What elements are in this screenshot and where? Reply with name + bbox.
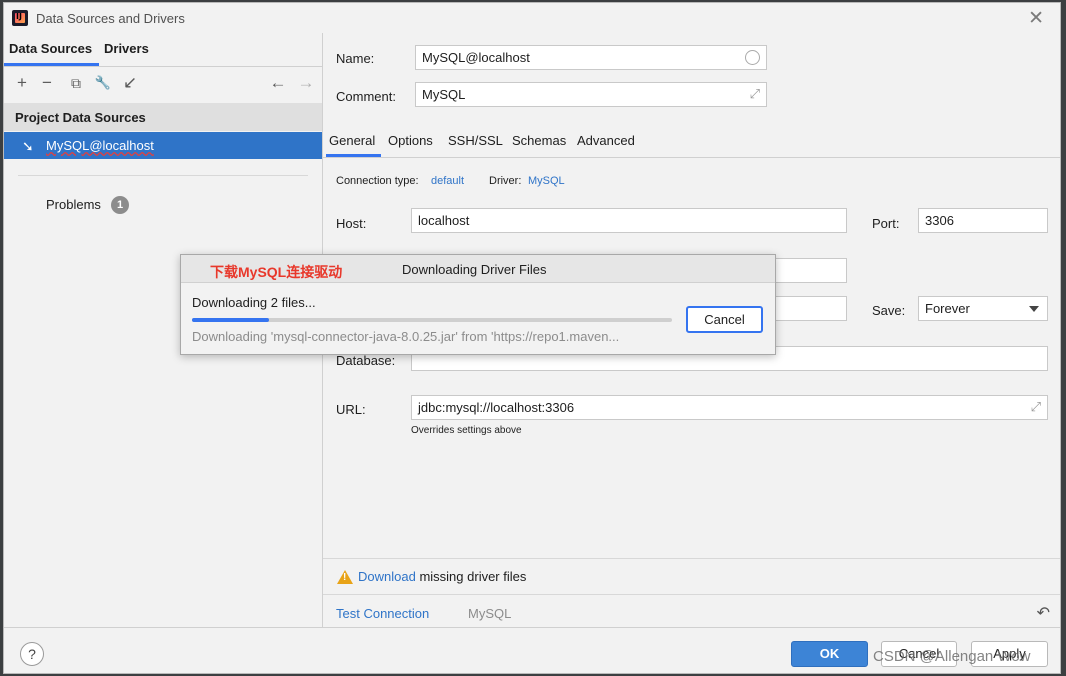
save-value: Forever xyxy=(925,301,970,316)
dialog-window: Data Sources and Drivers ✕ Data Sources … xyxy=(3,2,1061,674)
download-link[interactable]: Download xyxy=(358,569,416,584)
list-item-mysql-localhost[interactable]: ➘ MySQL@localhost xyxy=(4,132,322,159)
connection-type-label: Connection type: xyxy=(336,175,419,187)
host-label: Host: xyxy=(336,216,367,231)
connection-type-link[interactable]: default xyxy=(431,175,464,187)
url-hint: Overrides settings above xyxy=(411,425,522,436)
tab-general[interactable]: General xyxy=(329,133,375,148)
undo-icon[interactable]: ↶ xyxy=(1037,603,1050,623)
port-field[interactable]: 3306 xyxy=(918,208,1048,233)
tab-options[interactable]: Options xyxy=(388,133,433,148)
tab-ssh-ssl[interactable]: SSH/SSL xyxy=(448,133,503,148)
divider xyxy=(18,175,308,176)
window-title: Data Sources and Drivers xyxy=(36,11,185,26)
save-label: Save: xyxy=(872,303,906,318)
tab-advanced[interactable]: Advanced xyxy=(577,133,635,148)
app-logo-icon xyxy=(12,10,28,26)
database-label: Database: xyxy=(336,353,396,368)
dialog-header: 下载MySQL连接驱动 Downloading Driver Files xyxy=(181,255,775,283)
problems-count-badge: 1 xyxy=(111,196,129,214)
url-label: URL: xyxy=(336,402,366,417)
name-label: Name: xyxy=(336,51,375,66)
port-value: 3306 xyxy=(925,213,954,228)
left-tabs: Data Sources Drivers xyxy=(4,33,322,66)
comment-label: Comment: xyxy=(336,89,396,104)
download-progress-dialog: 下载MySQL连接驱动 Downloading Driver Files Dow… xyxy=(180,254,776,355)
url-field[interactable]: jdbc:mysql://localhost:3306 ⤢ xyxy=(411,395,1048,420)
expand-icon[interactable]: ⤢ xyxy=(750,86,760,102)
warning-text: missing driver files xyxy=(419,569,527,584)
chevron-down-icon xyxy=(1029,306,1039,312)
problems-label[interactable]: Problems xyxy=(46,197,101,212)
back-arrow-icon[interactable]: ← xyxy=(268,73,288,93)
download-detail: Downloading 'mysql-connector-java-8.0.25… xyxy=(192,329,620,344)
comment-field[interactable]: MySQL ⤢ xyxy=(415,82,767,107)
expand-icon[interactable]: ⤢ xyxy=(1031,399,1041,415)
forward-arrow-icon[interactable]: → xyxy=(296,73,316,93)
left-toolbar: + − ⧉ 🔧 ↙ ← → xyxy=(4,69,322,99)
host-value: localhost xyxy=(418,213,470,228)
list-item-label: MySQL@localhost xyxy=(46,138,154,153)
mysql-dolphin-icon: ➘ xyxy=(22,138,34,154)
driver-name-label: MySQL xyxy=(468,606,512,621)
wrench-icon[interactable]: 🔧 xyxy=(93,73,113,93)
copy-icon[interactable]: ⧉ xyxy=(66,73,86,93)
name-value: MySQL@localhost xyxy=(422,50,530,65)
close-icon[interactable]: ✕ xyxy=(1028,7,1044,30)
remove-icon[interactable]: − xyxy=(37,73,57,93)
settings-tabs: General Options SSH/SSL Schemas Advanced xyxy=(323,125,1060,157)
watermark: CSDN @Allengan Wow xyxy=(873,648,1031,665)
help-icon[interactable]: ? xyxy=(20,642,44,666)
warning-icon xyxy=(337,570,353,584)
divider xyxy=(4,66,322,67)
host-field[interactable]: localhost xyxy=(411,208,847,233)
section-header: Project Data Sources xyxy=(4,103,322,131)
port-label: Port: xyxy=(872,216,900,231)
divider xyxy=(323,157,1060,158)
cancel-download-button[interactable]: Cancel xyxy=(686,306,763,333)
tab-schemas[interactable]: Schemas xyxy=(512,133,566,148)
ok-button[interactable]: OK xyxy=(791,641,868,667)
datasource-name: MySQL@localhost xyxy=(46,138,154,153)
section-title: Project Data Sources xyxy=(15,110,146,125)
dialog-footer: ? OK Cancel Apply CSDN @Allengan Wow xyxy=(4,627,1060,673)
title-bar: Data Sources and Drivers ✕ xyxy=(4,3,1060,33)
import-icon[interactable]: ↙ xyxy=(120,73,140,93)
download-status: Downloading 2 files... xyxy=(192,295,316,310)
add-icon[interactable]: + xyxy=(12,73,32,93)
dialog-title: Downloading Driver Files xyxy=(402,262,547,277)
progress-bar xyxy=(192,318,672,322)
driver-label: Driver: xyxy=(489,175,522,187)
url-value: jdbc:mysql://localhost:3306 xyxy=(418,400,575,415)
name-field[interactable]: MySQL@localhost xyxy=(415,45,767,70)
bottom-bar: Test Connection MySQL ↶ xyxy=(323,594,1060,628)
comment-value: MySQL xyxy=(422,87,466,102)
color-circle-icon[interactable] xyxy=(745,50,760,65)
driver-link[interactable]: MySQL xyxy=(528,175,565,187)
annotation-label: 下载MySQL连接驱动 xyxy=(210,264,343,280)
warning-message: Download missing driver files xyxy=(358,569,526,584)
progress-fill xyxy=(192,318,269,322)
save-select[interactable]: Forever xyxy=(918,296,1048,321)
tab-drivers[interactable]: Drivers xyxy=(104,41,149,56)
tab-data-sources[interactable]: Data Sources xyxy=(9,41,92,56)
warning-bar: Download missing driver files xyxy=(323,558,1060,595)
test-connection-link[interactable]: Test Connection xyxy=(336,606,429,621)
